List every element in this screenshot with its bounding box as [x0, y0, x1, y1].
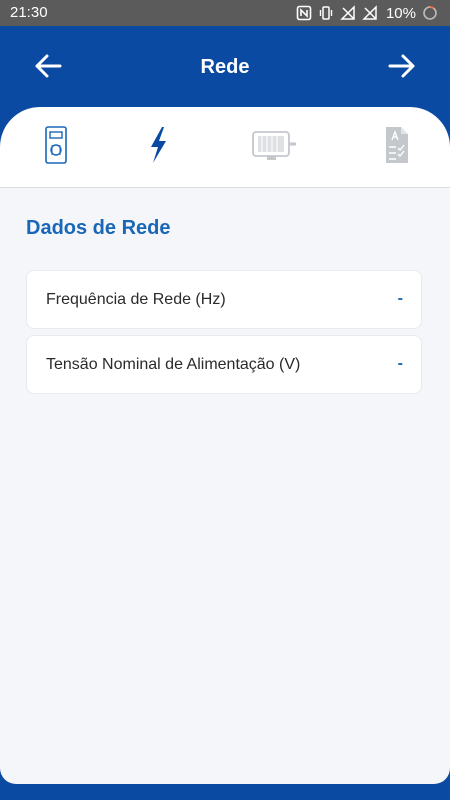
- lightning-bolt-icon: [146, 126, 170, 169]
- step-tabs: [0, 107, 450, 188]
- tab-network[interactable]: [130, 125, 186, 169]
- field-value: -: [397, 355, 403, 372]
- status-time: 21:30: [10, 4, 48, 21]
- status-icons: 10%: [296, 3, 438, 23]
- motor-icon: [250, 126, 302, 169]
- status-bar: 21:30 10%: [0, 0, 450, 26]
- field-label: Tensão Nominal de Alimentação (V): [46, 356, 301, 373]
- no-signal-icon: [362, 5, 378, 21]
- field-label: Frequência de Rede (Hz): [46, 291, 226, 308]
- checklist-document-icon: [384, 126, 410, 169]
- field-nominal-voltage[interactable]: Tensão Nominal de Alimentação (V) -: [26, 335, 422, 394]
- tab-drive[interactable]: [28, 125, 84, 169]
- battery-ring-icon: [422, 5, 438, 21]
- tab-motor[interactable]: [248, 125, 304, 169]
- arrow-right-icon: [387, 53, 417, 84]
- drive-device-icon: [44, 125, 68, 169]
- no-signal-icon: [340, 5, 356, 21]
- field-value: -: [397, 290, 403, 307]
- battery-percent: 10%: [385, 4, 416, 22]
- section-title: Dados de Rede: [26, 217, 171, 239]
- app-header: Rede: [0, 26, 450, 110]
- nfc-icon: [296, 5, 312, 21]
- field-frequency[interactable]: Frequência de Rede (Hz) -: [26, 270, 422, 329]
- content-area: Dados de Rede Frequência de Rede (Hz) - …: [0, 188, 450, 784]
- tab-checklist[interactable]: [369, 125, 425, 169]
- forward-button[interactable]: [382, 50, 422, 86]
- vibrate-icon: [318, 5, 334, 21]
